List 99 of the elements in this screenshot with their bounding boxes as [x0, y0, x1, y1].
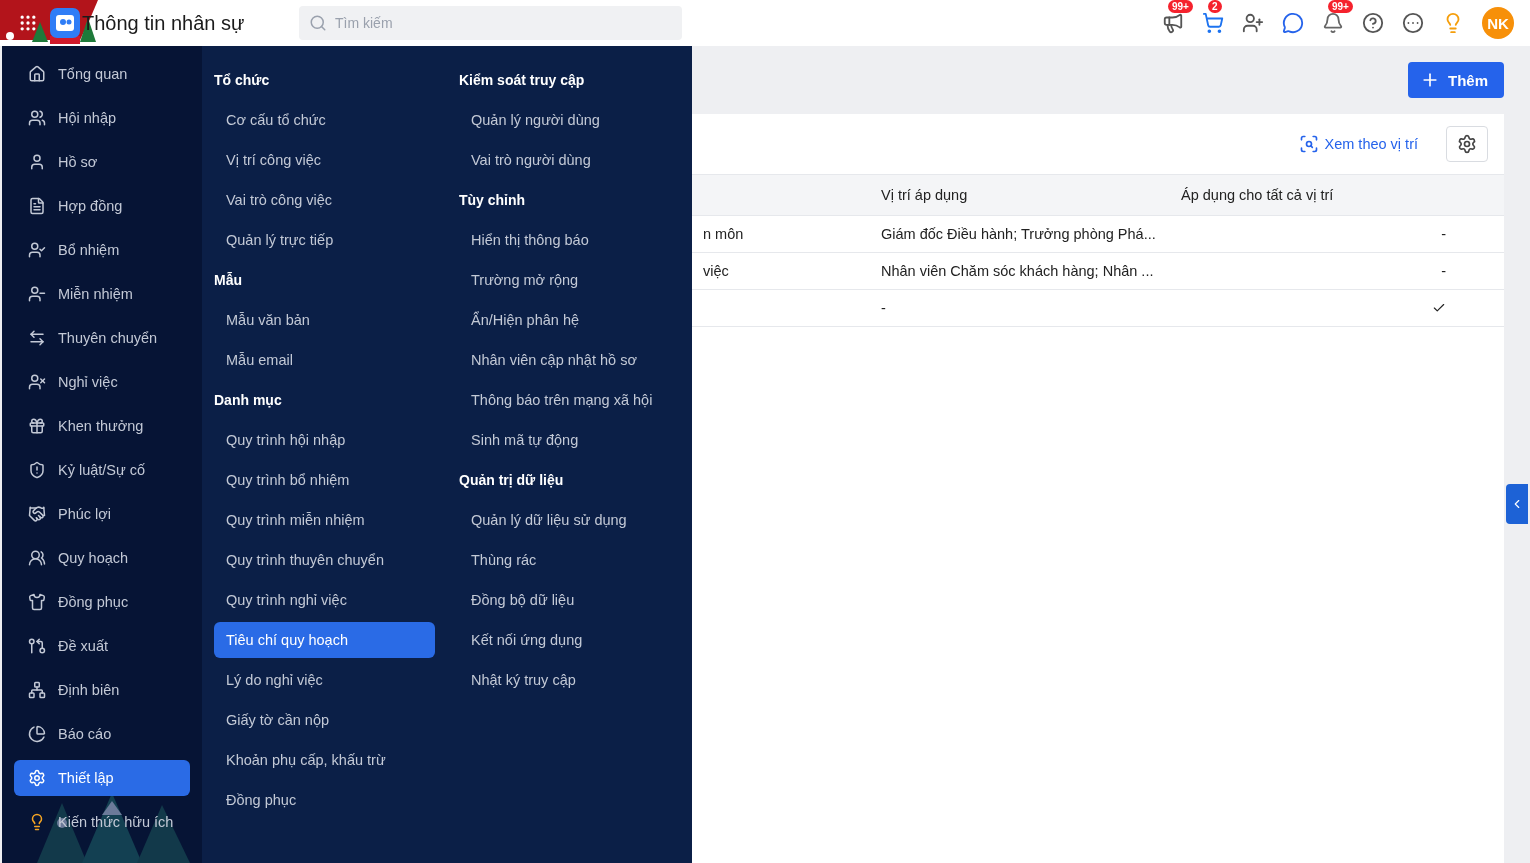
- menu-item[interactable]: Quy trình bổ nhiệm: [214, 462, 435, 498]
- menu-item[interactable]: Đồng phục: [214, 782, 435, 818]
- sidebar-item[interactable]: Quy hoạch: [14, 540, 190, 576]
- user-minus-icon: [28, 285, 46, 303]
- settings-button[interactable]: [1446, 126, 1488, 162]
- sidebar-item[interactable]: Tổng quan: [14, 56, 190, 92]
- menu-group-title: Tổ chức: [214, 71, 271, 90]
- chat-icon[interactable]: [1282, 12, 1304, 34]
- house-icon: [28, 65, 46, 83]
- menu-item[interactable]: Nhân viên cập nhật hồ sơ: [459, 342, 680, 378]
- menu-item[interactable]: Trường mở rộng: [459, 262, 680, 298]
- sidebar-item[interactable]: Hợp đồng: [14, 188, 190, 224]
- megaphone-icon[interactable]: [1162, 12, 1184, 34]
- sidebar-item[interactable]: Thiết lập: [14, 760, 190, 796]
- bell-icon[interactable]: [1322, 12, 1344, 34]
- menu-item[interactable]: Giấy tờ cần nộp: [214, 702, 435, 738]
- add-button[interactable]: Thêm: [1408, 62, 1504, 98]
- count-badge: 2: [1208, 0, 1222, 13]
- search-field[interactable]: Tìm kiếm: [299, 6, 682, 40]
- sidebar-item[interactable]: Nghỉ việc: [14, 364, 190, 400]
- user-x-icon: [28, 373, 46, 391]
- menu-item[interactable]: Tiêu chí quy hoạch: [214, 622, 435, 658]
- table-cell: -: [1441, 226, 1446, 242]
- menu-item[interactable]: Quy trình thuyên chuyển: [214, 542, 435, 578]
- menu-item[interactable]: Vai trò người dùng: [459, 142, 680, 178]
- table-cell-text: -: [880, 300, 887, 316]
- menu-item[interactable]: Lý do nghỉ việc: [214, 662, 435, 698]
- view-by-position-link[interactable]: Xem theo vị trí: [1298, 134, 1418, 154]
- help-icon[interactable]: [1362, 12, 1384, 34]
- app-logo-icon: [50, 8, 80, 38]
- count-badge: 99+: [1168, 0, 1193, 13]
- sidebar-item[interactable]: Đề xuất: [14, 628, 190, 664]
- shirt-icon: [28, 593, 46, 611]
- menu-item[interactable]: Khoản phụ cấp, khấu trừ: [214, 742, 435, 778]
- pie-chart-icon: [28, 725, 46, 743]
- menu-item[interactable]: Nhật ký truy cập: [459, 662, 680, 698]
- gear-icon: [1457, 134, 1477, 154]
- scan-search-icon: [1298, 134, 1319, 154]
- table-cell-text: n môn: [702, 226, 745, 242]
- menu-item[interactable]: Đồng bộ dữ liệu: [459, 582, 680, 618]
- menu-item[interactable]: Mẫu văn bản: [214, 302, 435, 338]
- menu-item[interactable]: Thông báo trên mạng xã hội: [459, 382, 680, 418]
- menu-group-title: Danh mục: [214, 391, 283, 410]
- menu-item[interactable]: Ẩn/Hiện phân hệ: [459, 302, 680, 338]
- sidebar-item[interactable]: Báo cáo: [14, 716, 190, 752]
- user-check-icon: [28, 241, 46, 259]
- sidebar-item[interactable]: Bổ nhiệm: [14, 232, 190, 268]
- column-header: Áp dụng cho tất cả vị trí: [1180, 187, 1335, 203]
- menu-item[interactable]: Kết nối ứng dụng: [459, 622, 680, 658]
- menu-item[interactable]: Hiển thị thông báo: [459, 222, 680, 258]
- menu-item[interactable]: Thùng rác: [459, 542, 680, 578]
- users-icon: [28, 109, 46, 127]
- user-icon: [28, 153, 46, 171]
- table-cell-text: Giám đốc Điều hành; Trưởng phòng Phá...: [880, 226, 1157, 242]
- sidebar-item[interactable]: Phúc lợi: [14, 496, 190, 532]
- settings-icon: [28, 769, 46, 787]
- sidebar-item[interactable]: Hội nhập: [14, 100, 190, 136]
- count-badge: 99+: [1328, 0, 1353, 13]
- table-cell-text: Nhân viên Chăm sóc khách hàng; Nhân ...: [880, 263, 1155, 279]
- sidebar-item[interactable]: Kỷ luật/Sự cố: [14, 452, 190, 488]
- menu-group-title: Quản trị dữ liệu: [459, 471, 565, 490]
- menu-item[interactable]: Vai trò công việc: [214, 182, 435, 218]
- shield-icon: [28, 461, 46, 479]
- search-icon: [309, 14, 327, 32]
- gift-icon: [28, 417, 46, 435]
- menu-group-title: Mẫu: [214, 271, 243, 290]
- menu-item[interactable]: Cơ cấu tổ chức: [214, 102, 435, 138]
- menu-item[interactable]: Quản lý dữ liệu sử dụng: [459, 502, 680, 538]
- handshake-icon: [28, 505, 46, 523]
- menu-item[interactable]: Quy trình miễn nhiệm: [214, 502, 435, 538]
- more-icon[interactable]: [1402, 12, 1424, 34]
- menu-group-title: Kiểm soát truy cập: [459, 71, 586, 90]
- menu-item[interactable]: Quản lý người dùng: [459, 102, 680, 138]
- cart-icon[interactable]: [1202, 12, 1224, 34]
- sidebar-item[interactable]: Kiến thức hữu ích: [14, 804, 190, 840]
- sidebar-item[interactable]: Hồ sơ: [14, 144, 190, 180]
- arrows-icon: [28, 329, 46, 347]
- sidebar-item[interactable]: Đồng phục: [14, 584, 190, 620]
- document-icon: [28, 197, 46, 215]
- menu-item[interactable]: Quy trình hội nhập: [214, 422, 435, 458]
- collapse-button[interactable]: [1506, 484, 1528, 524]
- menu-group-title: Tùy chỉnh: [459, 191, 527, 210]
- apps-grid-icon[interactable]: [18, 13, 38, 33]
- column-header: Vị trí áp dụng: [880, 187, 969, 203]
- table-cell-text: việc: [702, 263, 730, 279]
- sidebar-item[interactable]: Thuyên chuyển: [14, 320, 190, 356]
- menu-item[interactable]: Sinh mã tự động: [459, 422, 680, 458]
- table-cell: -: [1441, 263, 1446, 279]
- menu-item[interactable]: Mẫu email: [214, 342, 435, 378]
- menu-item[interactable]: Vị trí công việc: [214, 142, 435, 178]
- user-plus-icon[interactable]: [1242, 12, 1264, 34]
- menu-item[interactable]: Quy trình nghỉ việc: [214, 582, 435, 618]
- menu-item[interactable]: Quản lý trực tiếp: [214, 222, 435, 258]
- branch-icon: [28, 637, 46, 655]
- sidebar-item[interactable]: Miễn nhiệm: [14, 276, 190, 312]
- users-icon: [28, 549, 46, 567]
- sidebar-item[interactable]: Khen thưởng: [14, 408, 190, 444]
- sidebar-item[interactable]: Định biên: [14, 672, 190, 708]
- network-icon: [28, 681, 46, 699]
